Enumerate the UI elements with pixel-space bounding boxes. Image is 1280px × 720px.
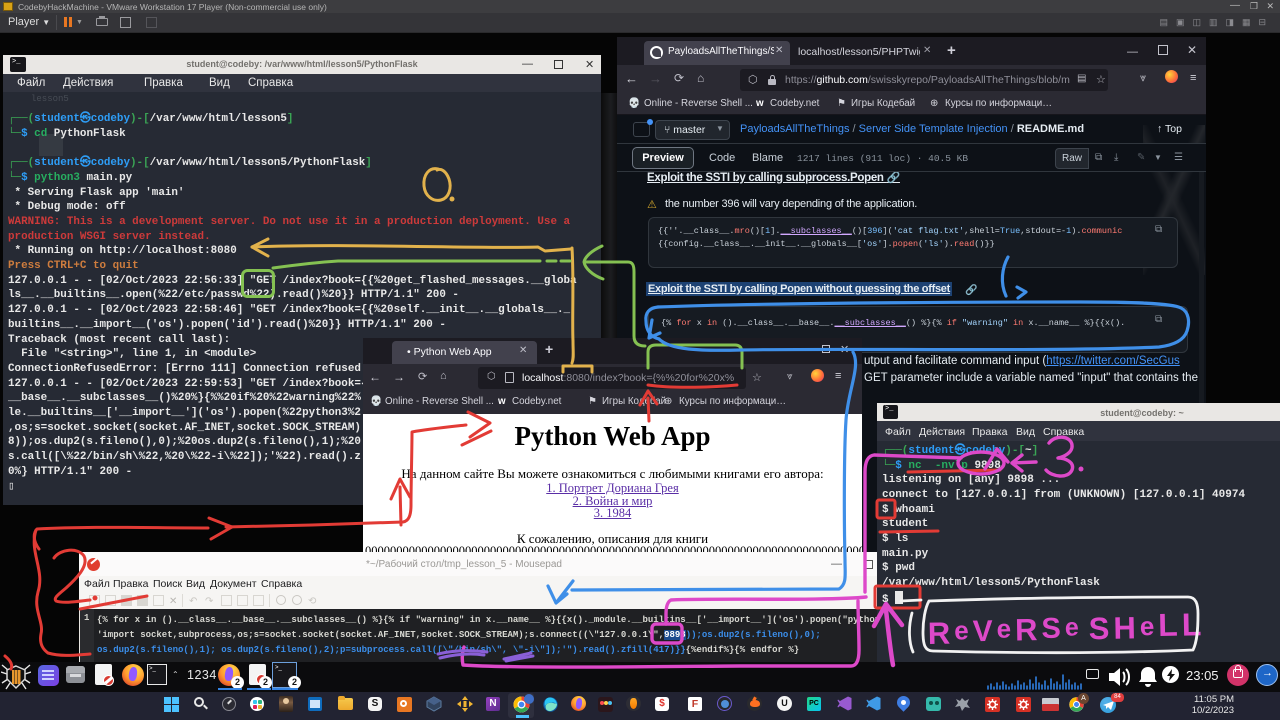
svg-text:ReVeRSeSHeLL: ReVeRSeSHeLL bbox=[927, 606, 1205, 651]
